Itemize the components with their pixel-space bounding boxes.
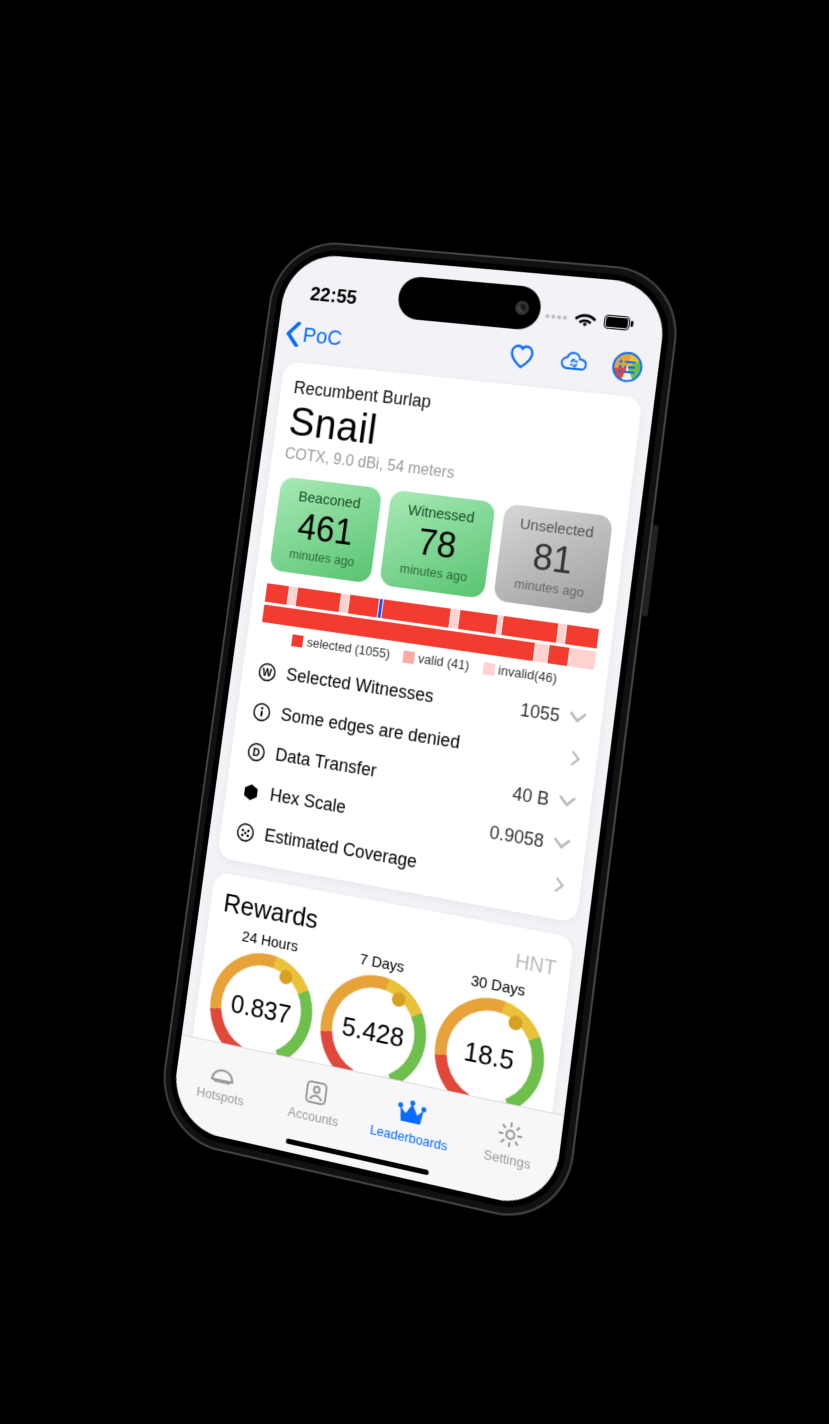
gauge-ring-icon: 18.5 [427, 989, 550, 1116]
stats-rows: W Selected Witnesses 1055 Some edges are… [230, 650, 589, 910]
gauge-30d[interactable]: 30 Days 18.5 [427, 967, 553, 1115]
cloud-link-icon [557, 348, 589, 375]
tile-beaconed[interactable]: Beaconed 461 minutes ago [269, 476, 382, 583]
hotspot-card: Recumbent Burlap Snail COTX, 9.0 dBi, 54… [217, 361, 642, 923]
hotspot-icon [208, 1056, 239, 1088]
cell-signal-icon [545, 314, 567, 320]
chevron-down-icon [557, 793, 575, 814]
svg-text:D: D [251, 746, 260, 759]
cloud-link-button[interactable] [557, 345, 590, 378]
rewards-unit: HNT [513, 950, 557, 982]
favorite-button[interactable] [505, 340, 538, 372]
list-icon [617, 359, 637, 375]
crown-icon [395, 1097, 427, 1130]
tab-bar: Hotspots Accounts Leaderboards Settings [169, 1034, 564, 1212]
chevron-left-icon [283, 321, 303, 347]
info-icon [250, 701, 273, 724]
back-button[interactable]: PoC [283, 321, 343, 351]
gauge-ring-icon: 5.428 [313, 966, 432, 1099]
back-label: PoC [301, 323, 343, 352]
chevron-right-icon [568, 750, 581, 773]
phone-frame: 22:55 PoC [154, 238, 684, 1230]
screen: 22:55 PoC [169, 252, 669, 1212]
w-circle-icon: W [255, 661, 278, 683]
coverage-icon [234, 821, 257, 844]
gauge-7d[interactable]: 7 Days 5.428 [313, 945, 435, 1099]
accounts-icon [300, 1076, 332, 1108]
home-indicator[interactable] [285, 1138, 428, 1175]
tab-leaderboards[interactable]: Leaderboards [357, 1075, 464, 1171]
battery-icon [603, 314, 634, 331]
svg-text:W: W [261, 666, 273, 680]
tab-settings[interactable]: Settings [454, 1095, 564, 1193]
tile-unselected[interactable]: Unselected 81 minutes ago [492, 503, 612, 615]
status-time: 22:55 [308, 283, 357, 309]
chevron-right-icon [552, 876, 565, 899]
chevron-down-icon [568, 709, 586, 730]
wifi-icon [573, 311, 597, 329]
hex-icon [239, 780, 262, 803]
legend-invalid: invalid(46) [497, 663, 558, 687]
more-menu-button[interactable] [610, 351, 644, 384]
phone-side-button [641, 524, 659, 617]
chevron-down-icon [552, 835, 570, 856]
tab-accounts[interactable]: Accounts [263, 1055, 367, 1149]
heart-icon [506, 342, 536, 370]
tile-witnessed[interactable]: Witnessed 78 minutes ago [379, 490, 496, 599]
gear-icon [493, 1118, 526, 1152]
legend-valid: valid (41) [417, 651, 470, 673]
d-circle-icon: D [245, 740, 268, 763]
